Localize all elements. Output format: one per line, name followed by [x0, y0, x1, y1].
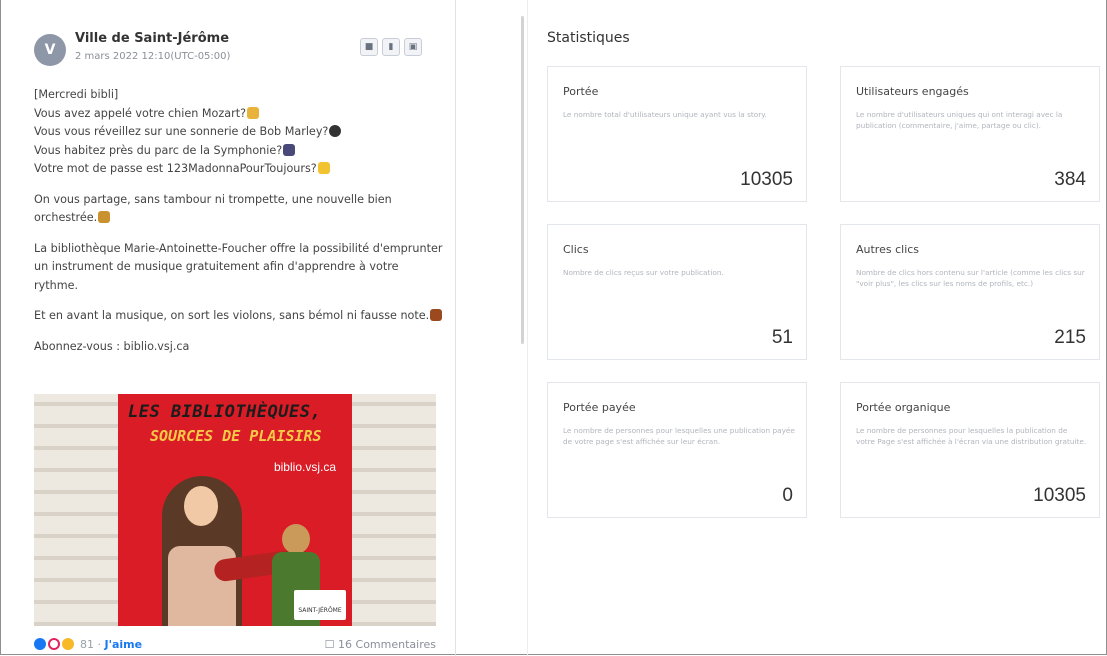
post-line: Vous vous réveillez sur une sonnerie de … [34, 123, 446, 142]
stat-value: 10305 [1033, 485, 1086, 506]
post-footer: 81 · J'aime ☐ 16 Commentaires [34, 636, 436, 654]
hand-emoji-icon [317, 162, 330, 174]
trash-icon[interactable]: ▮ [382, 38, 400, 56]
stat-title: Utilisateurs engagés [856, 85, 969, 98]
scrollbar-thumb[interactable] [521, 16, 524, 344]
scrollbar-track [527, 0, 528, 656]
stat-title: Clics [563, 243, 589, 256]
post-paragraph: On vous partage, sans tambour ni trompet… [34, 192, 392, 225]
stat-title: Portée [563, 85, 599, 98]
post-actions: ■ ▮ ▣ [360, 38, 422, 56]
post-line: Vous habitez près du parc de la Symphoni… [34, 142, 446, 161]
dog-emoji-icon [247, 106, 260, 119]
post-paragraph: Abonnez-vous : biblio.vsj.ca [34, 339, 190, 353]
stat-card-paid-reach: Portée payée Le nombre de personnes pour… [547, 382, 807, 518]
violin-emoji-icon [430, 309, 443, 321]
wow-reaction-icon [62, 638, 74, 650]
post-paragraph: Et en avant la musique, on sort les viol… [34, 307, 446, 326]
stats-title: Statistiques [547, 30, 630, 46]
reaction-icons [34, 638, 74, 650]
poster-title-2: SOURCES DE PLAISIRS [150, 427, 322, 445]
like-label[interactable]: J'aime [105, 638, 143, 651]
post-line: Vous avez appelé votre chien Mozart? [34, 105, 446, 124]
stat-value: 10305 [740, 169, 793, 190]
post-line: [Mercredi bibli] [34, 88, 119, 101]
stat-card-reach: Portée Le nombre total d'utilisateurs un… [547, 66, 807, 202]
stat-description: Nombre de clics reçus sur votre publicat… [563, 268, 724, 277]
avatar: V [34, 34, 66, 66]
post-image[interactable]: LES BIBLIOTHÈQUES, SOURCES DE PLAISIRS b… [34, 394, 436, 626]
lock-icon[interactable]: ■ [360, 38, 378, 56]
column-divider [455, 0, 456, 656]
post-author[interactable]: Ville de Saint-Jérôme [75, 31, 229, 46]
stat-title: Portée payée [563, 401, 636, 414]
post-date: 2 mars 2022 12:10(UTC-05:00) [75, 51, 231, 62]
poster-url: biblio.vsj.ca [273, 460, 336, 474]
trumpet-emoji-icon [98, 211, 111, 223]
stat-card-clicks: Clics Nombre de clics reçus sur votre pu… [547, 224, 807, 360]
stat-card-organic-reach: Portée organique Le nombre de personnes … [840, 382, 1100, 518]
woman-illustration [162, 476, 242, 626]
stat-card-engaged-users: Utilisateurs engagés Le nombre d'utilisa… [840, 66, 1100, 202]
stat-card-other-clicks: Autres clics Nombre de clics hors conten… [840, 224, 1100, 360]
stat-description: Le nombre total d'utilisateurs unique ay… [563, 110, 767, 119]
stat-description: Le nombre d'utilisateurs uniques qui ont… [856, 110, 1063, 130]
stat-title: Portée organique [856, 401, 951, 414]
poster: LES BIBLIOTHÈQUES, SOURCES DE PLAISIRS b… [118, 394, 352, 626]
comments-link[interactable]: ☐ 16 Commentaires [325, 638, 436, 651]
stat-description: Nombre de clics hors contenu sur l'artic… [856, 268, 1085, 288]
post-paragraph: La bibliothèque Marie-Antoinette-Foucher… [34, 241, 443, 292]
bookshelf-left [34, 394, 118, 626]
piano-emoji-icon [283, 143, 296, 156]
like-reaction-icon [34, 638, 46, 650]
post-body: [Mercredi bibli] Vous avez appelé votre … [34, 86, 446, 356]
stat-description: Le nombre de personnes pour lesquelles u… [563, 426, 795, 446]
stat-value: 384 [1054, 169, 1086, 190]
bookshelf-right [352, 394, 436, 626]
stat-value: 0 [782, 485, 793, 506]
like-count[interactable]: 81 · J'aime [80, 638, 142, 651]
love-reaction-icon [48, 638, 60, 650]
stat-title: Autres clics [856, 243, 920, 256]
poster-title-1: LES BIBLIOTHÈQUES, [128, 402, 322, 422]
comment-icon[interactable]: ▣ [404, 38, 422, 56]
stat-value: 215 [1054, 327, 1086, 348]
city-logo: SAINT-JÉRÔME [294, 590, 346, 620]
stat-description: Le nombre de personnes pour lesquelles l… [856, 426, 1087, 446]
headphones-emoji-icon [329, 125, 342, 137]
post-line: Votre mot de passe est 123MadonnaPourTou… [34, 160, 446, 179]
stat-value: 51 [771, 327, 793, 348]
